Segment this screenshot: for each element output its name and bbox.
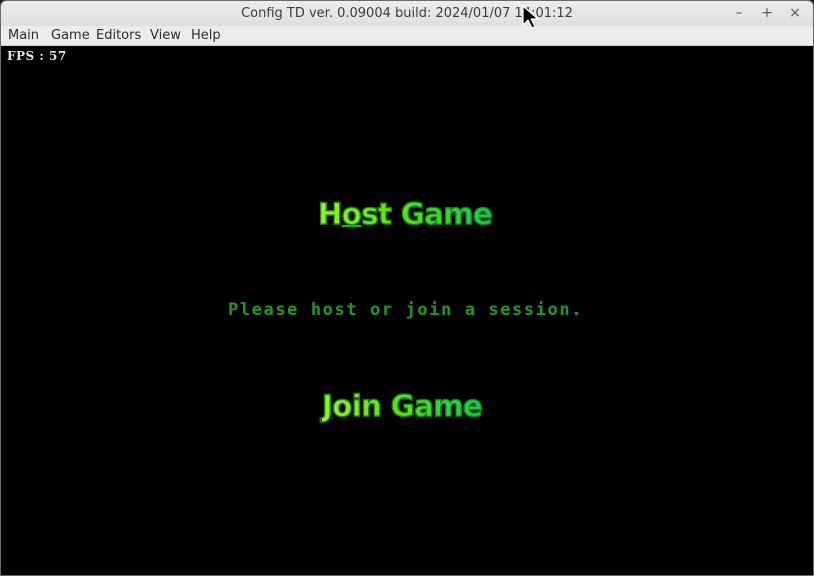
app-window: Config TD ver. 0.09004 build: 2024/01/07…: [0, 0, 814, 576]
menu-game[interactable]: Game: [51, 28, 90, 43]
join-game-label-end: oin Game: [332, 388, 484, 423]
fps-counter: FPS : 57: [7, 49, 67, 63]
join-game-button[interactable]: Join Game: [321, 388, 484, 423]
minimize-button[interactable]: –: [730, 4, 748, 22]
menu-bar: Main Game Editors View Help: [1, 26, 813, 46]
menu-editors[interactable]: Editors: [96, 28, 141, 43]
menu-main[interactable]: Main: [8, 28, 39, 43]
host-game-label-start: H: [317, 196, 342, 231]
join-game-mnemonic: J: [321, 388, 333, 423]
host-game-mnemonic: o: [341, 196, 362, 231]
title-bar[interactable]: Config TD ver. 0.09004 build: 2024/01/07…: [1, 1, 813, 27]
host-game-button[interactable]: Host Game: [317, 196, 494, 231]
menu-view[interactable]: View: [150, 28, 181, 43]
host-game-label-end: st Game: [361, 196, 494, 231]
close-button[interactable]: ×: [786, 4, 804, 22]
window-title: Config TD ver. 0.09004 build: 2024/01/07…: [241, 6, 573, 21]
menu-help[interactable]: Help: [191, 28, 221, 43]
mouse-pointer-glyph: [522, 5, 539, 29]
session-message: Please host or join a session.: [228, 300, 584, 320]
maximize-button[interactable]: +: [758, 4, 776, 22]
game-canvas[interactable]: FPS : 57 Host Game Please host or join a…: [1, 46, 813, 575]
